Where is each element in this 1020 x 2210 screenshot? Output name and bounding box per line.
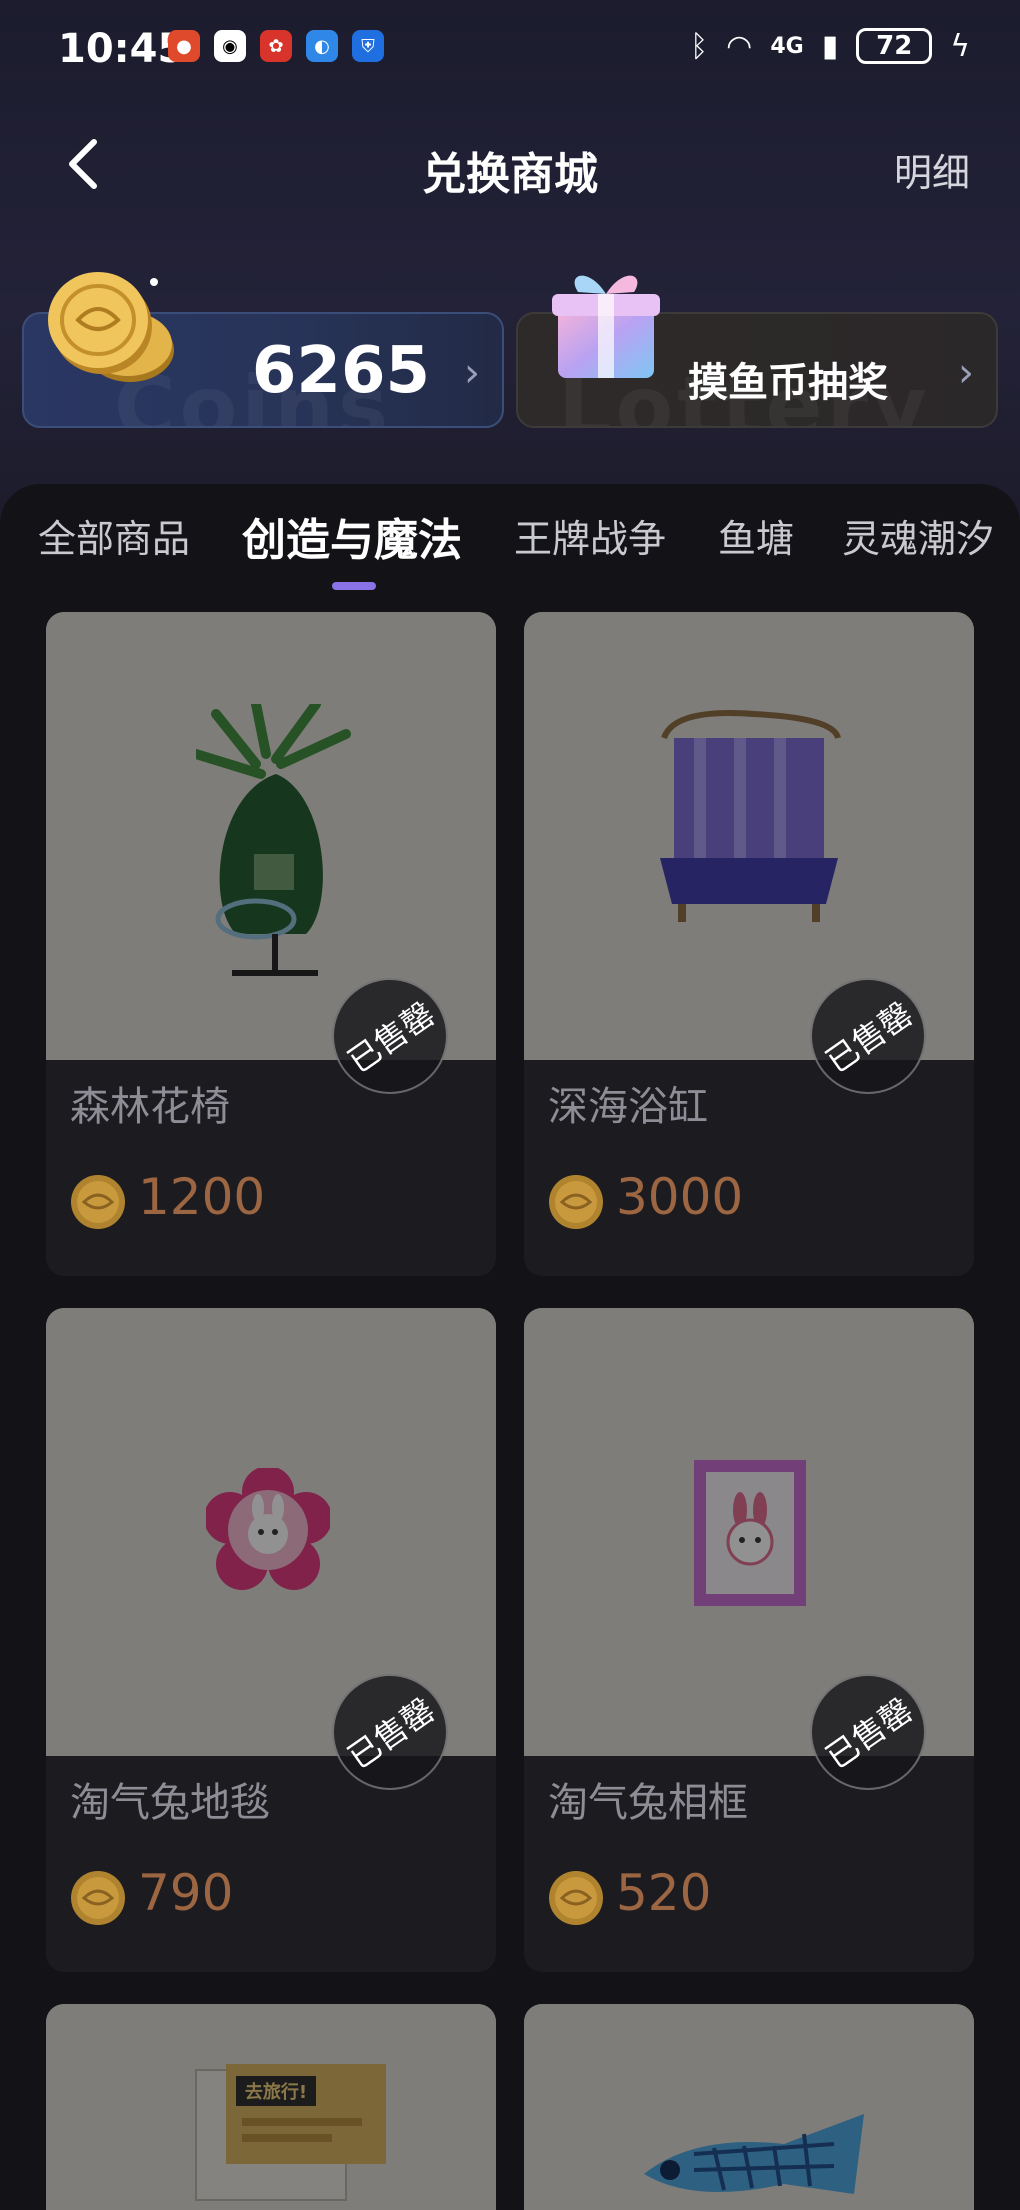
shield-icon: ⛨ [352, 30, 384, 62]
charging-icon: ϟ [950, 28, 970, 64]
status-bar: 10:45 ● ◉ ✿ ◐ ⛨ ᛒ ◠ 4G ▮ 72 ϟ [0, 0, 1020, 100]
wifi-icon: ◠ [726, 28, 753, 64]
coin-icon [71, 1871, 125, 1925]
product-name: 淘气兔地毯 [70, 1780, 270, 1826]
bluetooth-icon: ᛒ [690, 28, 709, 64]
notification-icons: ● ◉ ✿ ◐ ⛨ [168, 30, 384, 62]
coin-stack-icon [48, 272, 174, 382]
app-header: 兑换商城 明细 [0, 120, 1020, 210]
product-price: 1200 [138, 1168, 266, 1226]
product-card[interactable]: 已售罄 淘气兔地毯 790 [46, 1308, 496, 1972]
image-overlay [46, 2004, 496, 2210]
coin-icon [549, 1175, 603, 1229]
sold-out-label: 已售罄 [340, 1690, 442, 1777]
tab-creation-magic[interactable]: 创造与魔法 [242, 504, 462, 568]
system-status: ᛒ ◠ 4G ▮ 72 ϟ [690, 28, 970, 64]
product-card[interactable]: 已售罄 深海浴缸 3000 [524, 612, 974, 1276]
chevron-right-icon: › [464, 350, 480, 396]
huawei-icon: ✿ [260, 30, 292, 62]
product-card[interactable]: 已售罄 淘气兔相框 520 [524, 1308, 974, 1972]
sold-out-badge: 已售罄 [810, 1674, 926, 1790]
active-tab-indicator [332, 582, 376, 590]
product-card[interactable]: 已售罄 森林花椅 1200 [46, 612, 496, 1276]
image-overlay [524, 2004, 974, 2210]
product-name: 淘气兔相框 [548, 1780, 748, 1826]
product-price: 3000 [616, 1168, 744, 1226]
product-price: 790 [138, 1864, 234, 1922]
sold-out-badge: 已售罄 [332, 978, 448, 1094]
app-notification-icon: ● [168, 30, 200, 62]
product-price: 520 [616, 1864, 712, 1922]
tab-soul-tide[interactable]: 灵魂潮汐 [842, 508, 994, 563]
detail-link[interactable]: 明细 [894, 142, 970, 197]
status-time: 10:45 [58, 26, 186, 72]
product-card[interactable] [524, 2004, 974, 2210]
tab-all-products[interactable]: 全部商品 [38, 508, 190, 563]
coin-icon [549, 1871, 603, 1925]
sold-out-badge: 已售罄 [332, 1674, 448, 1790]
tab-fish-pond[interactable]: 鱼塘 [718, 508, 794, 563]
product-name: 深海浴缸 [548, 1084, 708, 1130]
chevron-right-icon: › [958, 350, 974, 396]
tab-ace-war[interactable]: 王牌战争 [514, 508, 666, 563]
coin-icon [71, 1175, 125, 1229]
coins-balance: 6265 [251, 334, 430, 408]
product-card[interactable]: 去旅行! [46, 2004, 496, 2210]
signal-icon: ▮ [821, 28, 839, 64]
battery-indicator: 72 [856, 28, 933, 64]
battery-level: 72 [876, 31, 913, 61]
qq-icon: ◉ [214, 30, 246, 62]
browser-icon: ◐ [306, 30, 338, 62]
sold-out-badge: 已售罄 [810, 978, 926, 1094]
product-name: 森林花椅 [70, 1084, 230, 1130]
sold-out-label: 已售罄 [818, 1690, 920, 1777]
gift-box-icon [552, 275, 660, 378]
category-tabs: 全部商品 创造与魔法 王牌战争 鱼塘 灵魂潮汐 [0, 508, 1020, 588]
lottery-label: 摸鱼币抽奖 [688, 360, 888, 406]
sold-out-label: 已售罄 [818, 994, 920, 1081]
sold-out-label: 已售罄 [340, 994, 442, 1081]
network-type: 4G [770, 33, 804, 59]
page-title: 兑换商城 [422, 149, 598, 200]
